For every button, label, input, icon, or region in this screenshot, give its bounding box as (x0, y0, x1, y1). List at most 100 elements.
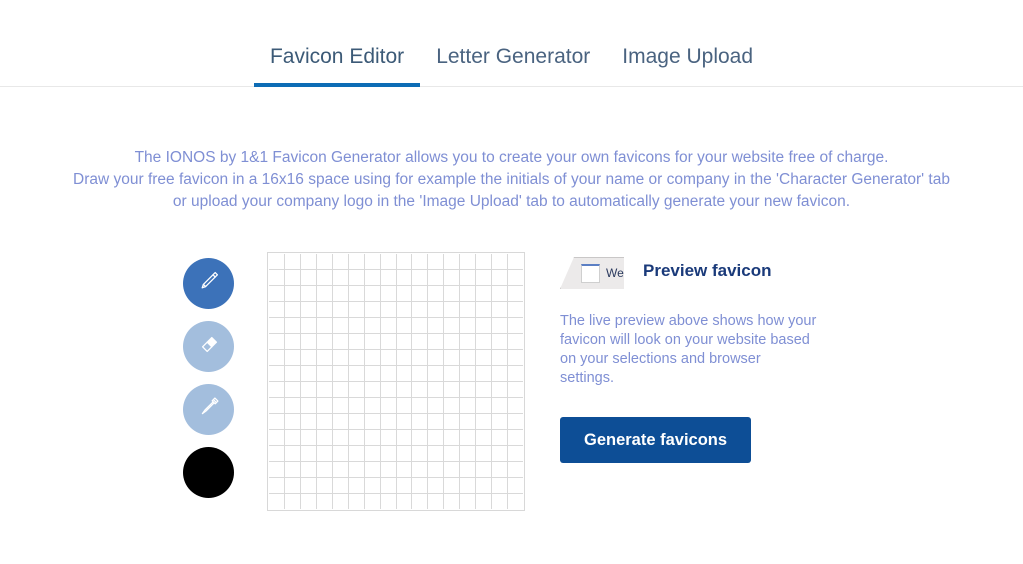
pixel-cell[interactable] (269, 286, 284, 301)
pixel-cell[interactable] (380, 318, 396, 333)
pixel-cell[interactable] (284, 286, 300, 301)
pixel-cell[interactable] (444, 366, 460, 381)
pixel-cell[interactable] (348, 318, 364, 333)
pixel-cell[interactable] (428, 286, 444, 301)
pixel-cell[interactable] (396, 430, 412, 445)
pixel-cell[interactable] (364, 318, 380, 333)
pixel-cell[interactable] (428, 398, 444, 413)
pixel-cell[interactable] (492, 270, 508, 285)
pixel-cell[interactable] (316, 462, 332, 477)
pixel-cell[interactable] (428, 318, 444, 333)
pixel-cell[interactable] (300, 382, 316, 397)
pixel-cell[interactable] (508, 494, 523, 509)
pixel-cell[interactable] (476, 398, 492, 413)
pixel-cell[interactable] (316, 270, 332, 285)
pixel-cell[interactable] (380, 430, 396, 445)
pixel-cell[interactable] (444, 270, 460, 285)
pixel-cell[interactable] (332, 302, 348, 317)
pixel-cell[interactable] (364, 270, 380, 285)
pixel-cell[interactable] (284, 414, 300, 429)
pixel-cell[interactable] (396, 318, 412, 333)
pixel-cell[interactable] (428, 494, 444, 509)
pixel-cell[interactable] (284, 366, 300, 381)
pixel-cell[interactable] (508, 446, 523, 461)
pixel-cell[interactable] (476, 350, 492, 365)
pixel-cell[interactable] (300, 478, 316, 493)
pixel-cell[interactable] (364, 350, 380, 365)
eraser-tool[interactable] (183, 321, 234, 372)
pixel-cell[interactable] (332, 254, 348, 269)
pixel-cell[interactable] (460, 462, 476, 477)
pixel-cell[interactable] (396, 302, 412, 317)
pixel-cell[interactable] (492, 462, 508, 477)
pixel-cell[interactable] (508, 366, 523, 381)
pixel-cell[interactable] (284, 318, 300, 333)
pixel-cell[interactable] (508, 414, 523, 429)
pixel-cell[interactable] (284, 254, 300, 269)
pixel-cell[interactable] (444, 334, 460, 349)
pixel-cell[interactable] (412, 318, 428, 333)
pixel-cell[interactable] (332, 462, 348, 477)
pixel-cell[interactable] (412, 478, 428, 493)
pixel-cell[interactable] (380, 270, 396, 285)
pixel-cell[interactable] (269, 254, 284, 269)
pixel-cell[interactable] (476, 286, 492, 301)
pixel-cell[interactable] (316, 382, 332, 397)
pixel-cell[interactable] (284, 302, 300, 317)
pixel-cell[interactable] (492, 414, 508, 429)
pixel-cell[interactable] (316, 494, 332, 509)
pixel-cell[interactable] (380, 446, 396, 461)
pixel-cell[interactable] (332, 398, 348, 413)
pixel-cell[interactable] (444, 398, 460, 413)
pixel-cell[interactable] (364, 430, 380, 445)
pixel-cell[interactable] (492, 350, 508, 365)
pixel-cell[interactable] (348, 350, 364, 365)
pixel-cell[interactable] (300, 446, 316, 461)
pixel-cell[interactable] (460, 254, 476, 269)
pixel-cell[interactable] (508, 350, 523, 365)
pixel-cell[interactable] (284, 494, 300, 509)
pixel-cell[interactable] (284, 334, 300, 349)
pixel-cell[interactable] (316, 478, 332, 493)
pixel-cell[interactable] (364, 398, 380, 413)
pixel-cell[interactable] (380, 414, 396, 429)
pixel-cell[interactable] (412, 286, 428, 301)
pixel-cell[interactable] (284, 382, 300, 397)
pixel-cell[interactable] (316, 286, 332, 301)
pixel-cell[interactable] (428, 414, 444, 429)
pixel-cell[interactable] (348, 446, 364, 461)
pixel-cell[interactable] (300, 366, 316, 381)
pixel-cell[interactable] (444, 254, 460, 269)
pixel-cell[interactable] (460, 478, 476, 493)
pixel-cell[interactable] (476, 414, 492, 429)
pixel-cell[interactable] (364, 446, 380, 461)
pixel-cell[interactable] (428, 462, 444, 477)
pixel-cell[interactable] (348, 270, 364, 285)
pixel-cell[interactable] (412, 414, 428, 429)
pixel-cell[interactable] (428, 350, 444, 365)
pixel-cell[interactable] (396, 382, 412, 397)
pixel-cell[interactable] (444, 478, 460, 493)
pixel-cell[interactable] (316, 254, 332, 269)
pixel-cell[interactable] (412, 350, 428, 365)
pixel-cell[interactable] (396, 446, 412, 461)
pixel-cell[interactable] (460, 334, 476, 349)
pixel-cell[interactable] (348, 494, 364, 509)
pixel-cell[interactable] (476, 462, 492, 477)
pixel-cell[interactable] (412, 494, 428, 509)
pixel-cell[interactable] (284, 270, 300, 285)
pixel-cell[interactable] (412, 382, 428, 397)
pixel-cell[interactable] (332, 446, 348, 461)
pixel-cell[interactable] (396, 286, 412, 301)
pixel-cell[interactable] (508, 286, 523, 301)
pixel-cell[interactable] (476, 494, 492, 509)
pixel-cell[interactable] (300, 350, 316, 365)
pixel-cell[interactable] (412, 334, 428, 349)
pixel-cell[interactable] (428, 478, 444, 493)
pixel-cell[interactable] (412, 398, 428, 413)
pixel-cell[interactable] (316, 302, 332, 317)
pixel-grid[interactable] (269, 254, 523, 509)
pixel-cell[interactable] (396, 398, 412, 413)
pixel-cell[interactable] (444, 382, 460, 397)
pixel-cell[interactable] (332, 494, 348, 509)
